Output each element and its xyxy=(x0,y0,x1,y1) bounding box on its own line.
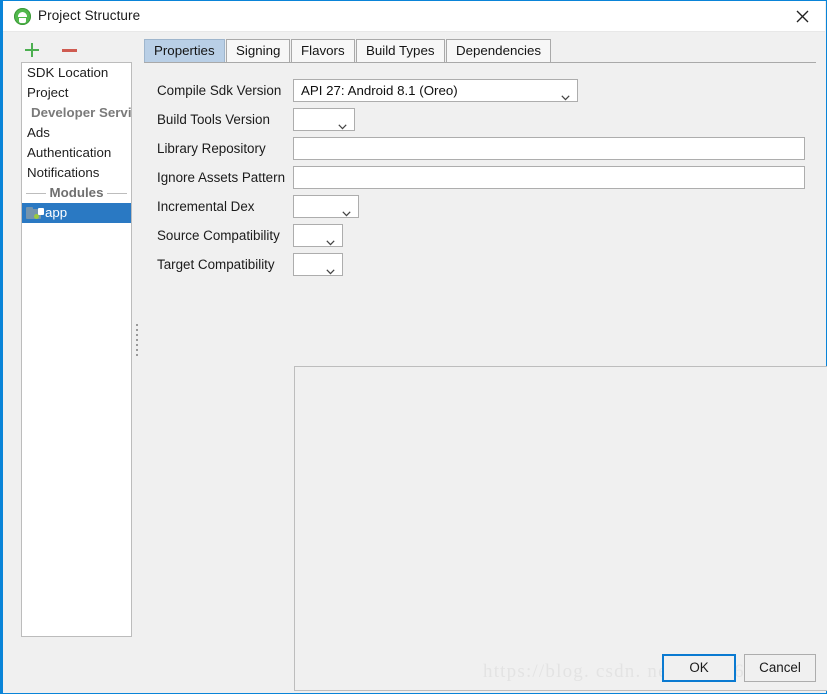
field-label: Source Compatibility xyxy=(157,228,280,243)
chevron-down-icon xyxy=(338,117,347,130)
tab-bar[interactable]: Properties Signing Flavors Build Types Depen… xyxy=(144,39,816,63)
form-row: Build Tools Version xyxy=(144,108,804,134)
sidebar-item-project[interactable]: Project xyxy=(22,83,131,103)
tab-label: Properties xyxy=(154,43,215,58)
source-compatibility-dropdown[interactable] xyxy=(293,224,343,247)
field-label: Target Compatibility xyxy=(157,257,275,272)
chevron-down-icon xyxy=(342,204,351,217)
sidebar-item-modules: Modules xyxy=(22,183,131,203)
field-label: Build Tools Version xyxy=(157,112,270,127)
tab-build-types[interactable]: Build Types xyxy=(356,39,445,62)
divider-left xyxy=(26,193,46,194)
field-label: Ignore Assets Pattern xyxy=(157,170,286,185)
library-repository-input[interactable] xyxy=(293,137,805,160)
divider-right xyxy=(107,193,127,194)
cancel-button[interactable]: Cancel xyxy=(744,654,816,682)
panel-splitter[interactable] xyxy=(134,62,141,637)
tab-label: Flavors xyxy=(301,43,345,58)
target-compatibility-dropdown[interactable] xyxy=(293,253,343,276)
sidebar-item-label: Developer Servi... xyxy=(31,105,132,120)
tab-label: Signing xyxy=(236,43,281,58)
tab-dependencies[interactable]: Dependencies xyxy=(446,39,552,62)
sidebar-item-label: Modules xyxy=(49,185,104,200)
sidebar-item-label: Authentication xyxy=(27,145,112,160)
sidebar-item-notifications[interactable]: Notifications xyxy=(22,163,131,183)
ok-button[interactable]: OK xyxy=(662,654,736,682)
minus-icon[interactable] xyxy=(59,39,81,61)
project-structure-dialog: Project Structure SDK Location Project Dev… xyxy=(0,0,827,694)
tab-label: Build Types xyxy=(366,43,435,58)
field-label: Compile Sdk Version xyxy=(157,83,282,98)
folder-icon xyxy=(26,207,44,219)
form-row: Source Compatibility xyxy=(144,224,804,250)
ignore-assets-pattern-input[interactable] xyxy=(293,166,805,189)
tab-label: Dependencies xyxy=(456,43,542,58)
sidebar-item-app[interactable]: app xyxy=(22,203,131,223)
window-title: Project Structure xyxy=(38,8,141,23)
sidebar-toolbar xyxy=(17,39,127,61)
sidebar-item-authentication[interactable]: Authentication xyxy=(22,143,131,163)
splitter-handle xyxy=(136,324,139,358)
sidebar-item-label: SDK Location xyxy=(27,65,109,80)
title-bar: Project Structure xyxy=(3,1,825,32)
compile-sdk-version-value: API 27: Android 8.1 (Oreo) xyxy=(301,83,458,98)
sidebar-item-developer-servi: Developer Servi... xyxy=(22,103,131,123)
field-label: Library Repository xyxy=(157,141,266,156)
incremental-dex-dropdown[interactable] xyxy=(293,195,359,218)
sidebar-item-label: Ads xyxy=(27,125,50,140)
sidebar-item-label: Notifications xyxy=(27,165,100,180)
android-icon xyxy=(14,8,31,25)
tab-signing[interactable]: Signing xyxy=(226,39,291,62)
properties-tab-panel: Compile Sdk Version API 27: Android 8.1 (… xyxy=(144,62,827,691)
field-label: Incremental Dex xyxy=(157,199,255,214)
form-row: Target Compatibility xyxy=(144,253,804,279)
tab-flavors[interactable]: Flavors xyxy=(291,39,355,62)
chevron-down-icon xyxy=(326,262,335,275)
build-tools-version-dropdown[interactable] xyxy=(293,108,355,131)
chevron-down-icon xyxy=(326,233,335,246)
form-row: Ignore Assets Pattern xyxy=(144,166,805,192)
form-row: Compile Sdk Version API 27: Android 8.1 (… xyxy=(144,79,804,105)
tab-properties[interactable]: Properties xyxy=(144,39,225,62)
chevron-down-icon xyxy=(561,88,570,101)
plus-icon[interactable] xyxy=(21,39,43,61)
detail-panel xyxy=(294,366,827,691)
close-icon[interactable] xyxy=(779,1,825,32)
form-row: Incremental Dex xyxy=(144,195,804,221)
sidebar-item-sdk-location[interactable]: SDK Location xyxy=(22,63,131,83)
compile-sdk-version-dropdown[interactable]: API 27: Android 8.1 (Oreo) xyxy=(293,79,578,102)
sidebar-list[interactable]: SDK Location Project Developer Servi... Ads… xyxy=(21,62,132,637)
form-row: Library Repository xyxy=(144,137,805,163)
sidebar-item-ads[interactable]: Ads xyxy=(22,123,131,143)
sidebar-item-label: Project xyxy=(27,85,69,100)
sidebar-item-label: app xyxy=(45,205,68,220)
